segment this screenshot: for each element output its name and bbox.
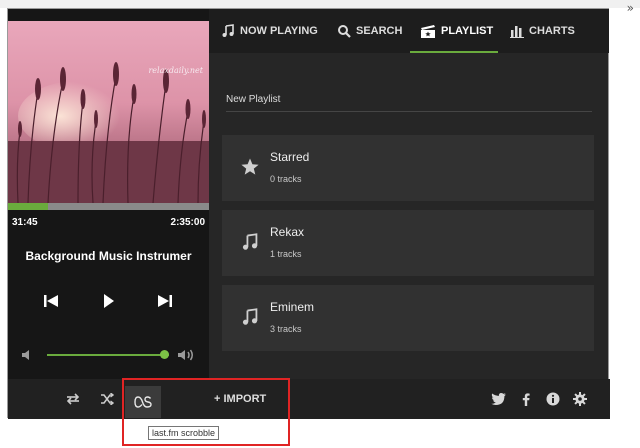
player-popup: relaxdaily.net 31:45 2:35:00 Background … [7,8,610,419]
total-time: 2:35:00 [170,217,205,228]
overflow-chevron-icon[interactable]: » [627,2,634,14]
divider [226,111,592,112]
skip-previous-icon [44,295,58,307]
music-note-icon [240,307,260,327]
tab-playlist[interactable]: PLAYLIST [420,9,493,53]
volume-slider-handle[interactable] [159,350,169,359]
current-time: 31:45 [12,217,38,228]
charts-icon [510,24,524,38]
next-track-button[interactable] [155,293,175,309]
info-icon [546,392,560,406]
twitter-button[interactable] [488,379,508,419]
repeat-button[interactable] [63,379,83,419]
tab-search[interactable]: SEARCH [337,9,402,53]
playlist-icon [420,24,436,38]
tab-charts-label: CHARTS [529,25,575,37]
gear-icon [573,392,587,406]
shuffle-button[interactable] [97,379,117,419]
facebook-button[interactable] [517,379,535,419]
tab-search-label: SEARCH [356,25,403,37]
music-note-icon [240,232,260,252]
footer-toolbar: + IMPORT [8,379,610,419]
play-button[interactable] [98,293,118,309]
new-playlist-heading[interactable]: New Playlist [226,94,280,105]
playlist-name: Starred [270,150,310,164]
previous-track-button[interactable] [41,293,61,309]
search-icon [337,24,351,38]
playlist-item-starred[interactable]: Starred 0 tracks [222,135,594,201]
tab-now-playing[interactable]: NOW PLAYING [221,9,318,53]
playback-progress-bar[interactable] [8,203,209,210]
tab-charts[interactable]: CHARTS [510,9,575,53]
playlist-name: Rekax [270,225,305,239]
active-tab-indicator [410,51,498,53]
volume-low-icon[interactable] [21,349,35,361]
album-art-watermark: relaxdaily.net [148,66,203,75]
now-playing-panel: relaxdaily.net 31:45 2:35:00 Background … [8,9,209,379]
shuffle-icon [101,393,114,405]
star-icon [240,157,260,177]
settings-button[interactable] [570,379,590,419]
volume-high-icon[interactable] [177,348,197,362]
info-button[interactable] [543,379,563,419]
skip-next-icon [158,295,172,307]
facebook-icon [522,392,530,406]
playback-progress-fill [8,203,49,210]
twitter-icon [490,393,506,405]
lastfm-tooltip: last.fm scrobble [148,426,220,440]
top-nav: NOW PLAYING SEARCH PLAYLIST CHARTS [209,9,609,53]
tab-playlist-label: PLAYLIST [441,25,494,37]
play-icon [104,294,114,308]
browser-toolbar-strip: » [0,0,640,14]
music-note-icon [221,24,235,38]
volume-slider[interactable] [47,354,169,356]
tab-now-playing-label: NOW PLAYING [240,25,318,37]
playlist-item-rekax[interactable]: Rekax 1 tracks [222,210,594,276]
playlist-track-count: 0 tracks [270,174,302,184]
playlist-item-eminem[interactable]: Eminem 3 tracks [222,285,594,351]
playlist-track-count: 1 tracks [270,249,302,259]
playlist-name: Eminem [270,300,315,314]
track-title: Background Music Instrumer [25,249,192,263]
repeat-icon [66,393,80,405]
album-art: relaxdaily.net [8,21,209,203]
playlist-track-count: 3 tracks [270,324,302,334]
